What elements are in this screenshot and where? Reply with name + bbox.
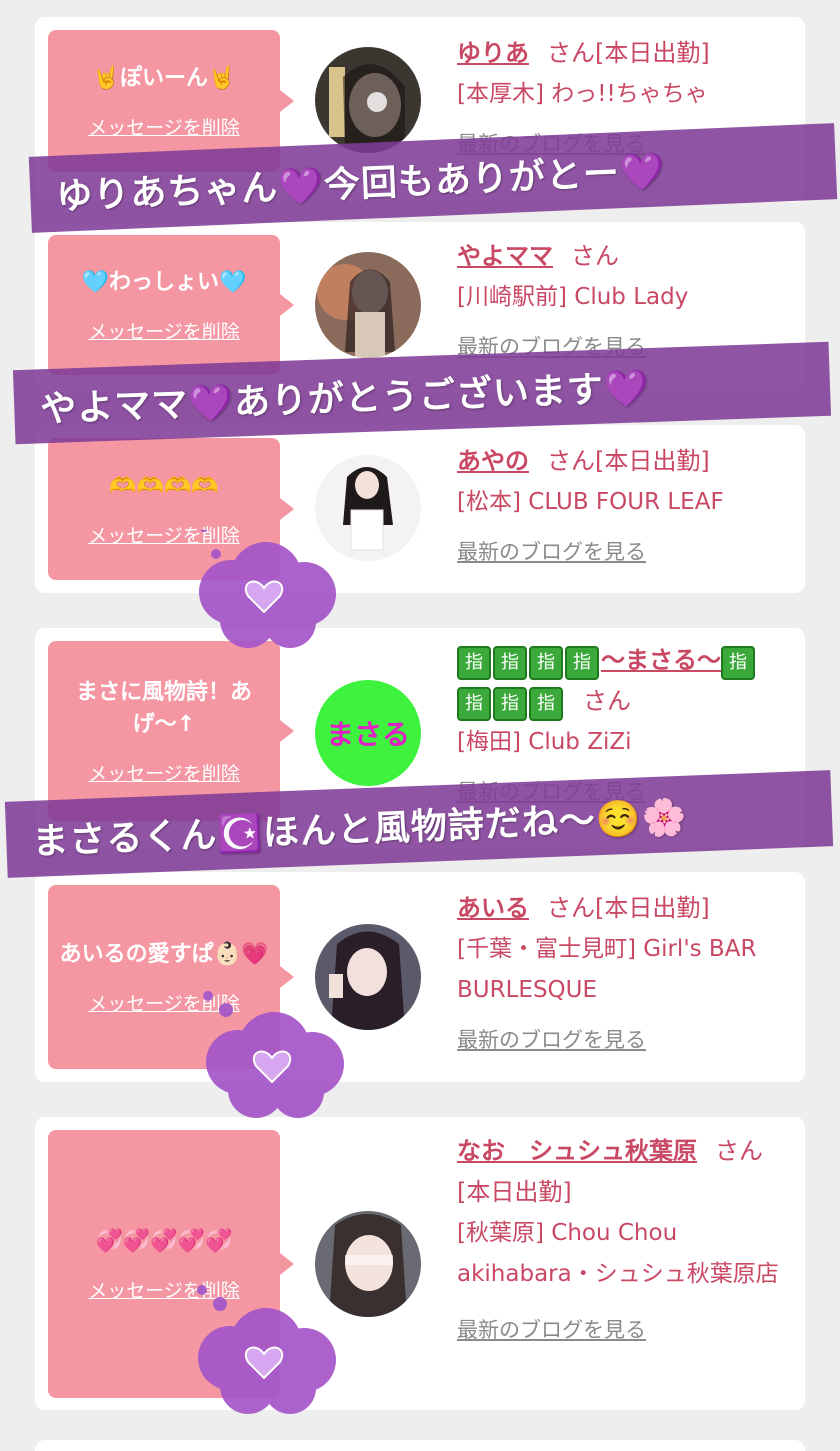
cast-name-link[interactable]: あやの <box>457 447 529 475</box>
cast-name-link[interactable]: ゆりあ <box>457 39 529 67</box>
shop-name: [川崎駅前] Club Lady <box>457 284 689 310</box>
delete-message-link[interactable]: メッセージを削除 <box>88 113 240 140</box>
finger-icon: 指 <box>721 646 757 680</box>
shop-name: [千葉・富士見町] Girl's BAR BURLESQUE <box>457 936 757 1003</box>
message-text: 🤘ぽいーん🤘 <box>92 65 236 91</box>
heart-cloud-sticker <box>199 530 336 648</box>
shop-name: [梅田] Club ZiZi <box>457 729 632 755</box>
finger-icon: 指指指 <box>457 687 565 721</box>
cast-info: あやの さん[本日出勤] [松本] CLUB FOUR LEAF 最新のブログを見… <box>457 441 787 567</box>
latest-blog-link[interactable]: 最新のブログを見る <box>457 1315 787 1345</box>
honorific: さん <box>715 1137 763 1165</box>
avatar-text: まさる <box>325 718 410 751</box>
cast-info: やよママ さん [川崎駅前] Club Lady 最新のブログを見る <box>457 236 787 362</box>
finger-icon: 指指指指 <box>457 646 601 680</box>
cast-name-link[interactable]: なお シュシュ秋葉原 <box>457 1137 697 1165</box>
message-card: 💞💞💞💞💞 メッセージを削除 なお シュシュ秋葉原 さん[本日出勤] [秋葉原] … <box>35 1117 805 1410</box>
honorific: さん <box>547 894 595 922</box>
honorific: さん <box>547 39 595 67</box>
delete-message-link[interactable]: メッセージを削除 <box>88 759 240 786</box>
status-badge: [本日出勤] <box>595 39 710 67</box>
avatar[interactable] <box>315 252 421 358</box>
cast-name-link[interactable]: やよママ <box>457 242 553 270</box>
avatar-photo <box>315 47 421 153</box>
message-card: あいるの愛すぱ👶🏻💗 メッセージを削除 あいる さん[本日出勤] [千葉・富士見町… <box>35 872 805 1082</box>
cast-info: なお シュシュ秋葉原 さん [本日出勤] [秋葉原] Chou Chou akiha… <box>457 1131 787 1345</box>
cast-name-link[interactable]: 〜まさる〜 <box>601 646 721 674</box>
avatar[interactable]: まさる <box>315 680 421 786</box>
message-bubble: 🩵わっしょい🩵 メッセージを削除 <box>48 235 294 375</box>
honorific: さん <box>583 687 631 715</box>
status-badge: [本日出勤] <box>595 894 710 922</box>
message-card-partial <box>35 1440 805 1451</box>
message-card: 🫶🫶🫶🫶 メッセージを削除 あやの さん[本日出勤] [松本] CLUB FOUR… <box>35 425 805 593</box>
shop-name: [松本] CLUB FOUR LEAF <box>457 489 724 515</box>
honorific: さん <box>571 242 619 270</box>
latest-blog-link[interactable]: 最新のブログを見る <box>457 1025 787 1055</box>
status-badge: [本日出勤] <box>457 1178 572 1206</box>
status-badge: [本日出勤] <box>595 447 710 475</box>
message-text: まさに風物詩！あげ〜↑ <box>75 679 252 737</box>
heart-cloud-sticker <box>197 1285 336 1414</box>
message-text: 🩵わっしょい🩵 <box>81 269 247 295</box>
latest-blog-link[interactable]: 最新のブログを見る <box>457 537 787 567</box>
shop-name: [秋葉原] Chou Chou akihabara・シュシュ秋葉原店 <box>457 1220 779 1287</box>
message-text: 🫶🫶🫶🫶 <box>109 473 219 499</box>
overlay-caption-text: ゆりあちゃん💜今回もありがとー💜 <box>55 150 667 218</box>
avatar[interactable] <box>315 47 421 153</box>
honorific: さん <box>547 447 595 475</box>
message-text: 💞💞💞💞💞 <box>95 1228 233 1254</box>
heart-cloud-sticker <box>203 991 344 1118</box>
overlay-caption-text: まさるくん☪️ほんと風物詩だね〜☺️🌸 <box>31 795 689 863</box>
avatar-photo <box>315 252 421 358</box>
cast-info: あいる さん[本日出勤] [千葉・富士見町] Girl's BAR BURLESQ… <box>457 888 787 1055</box>
message-text: あいるの愛すぱ👶🏻💗 <box>59 941 269 967</box>
shop-name: [本厚木] わっ!!ちゃちゃ <box>457 81 708 107</box>
delete-message-link[interactable]: メッセージを削除 <box>88 317 240 344</box>
overlay-caption-text: やよママ💜ありがとうございます💜 <box>39 367 651 431</box>
cast-name-link[interactable]: あいる <box>457 894 529 922</box>
